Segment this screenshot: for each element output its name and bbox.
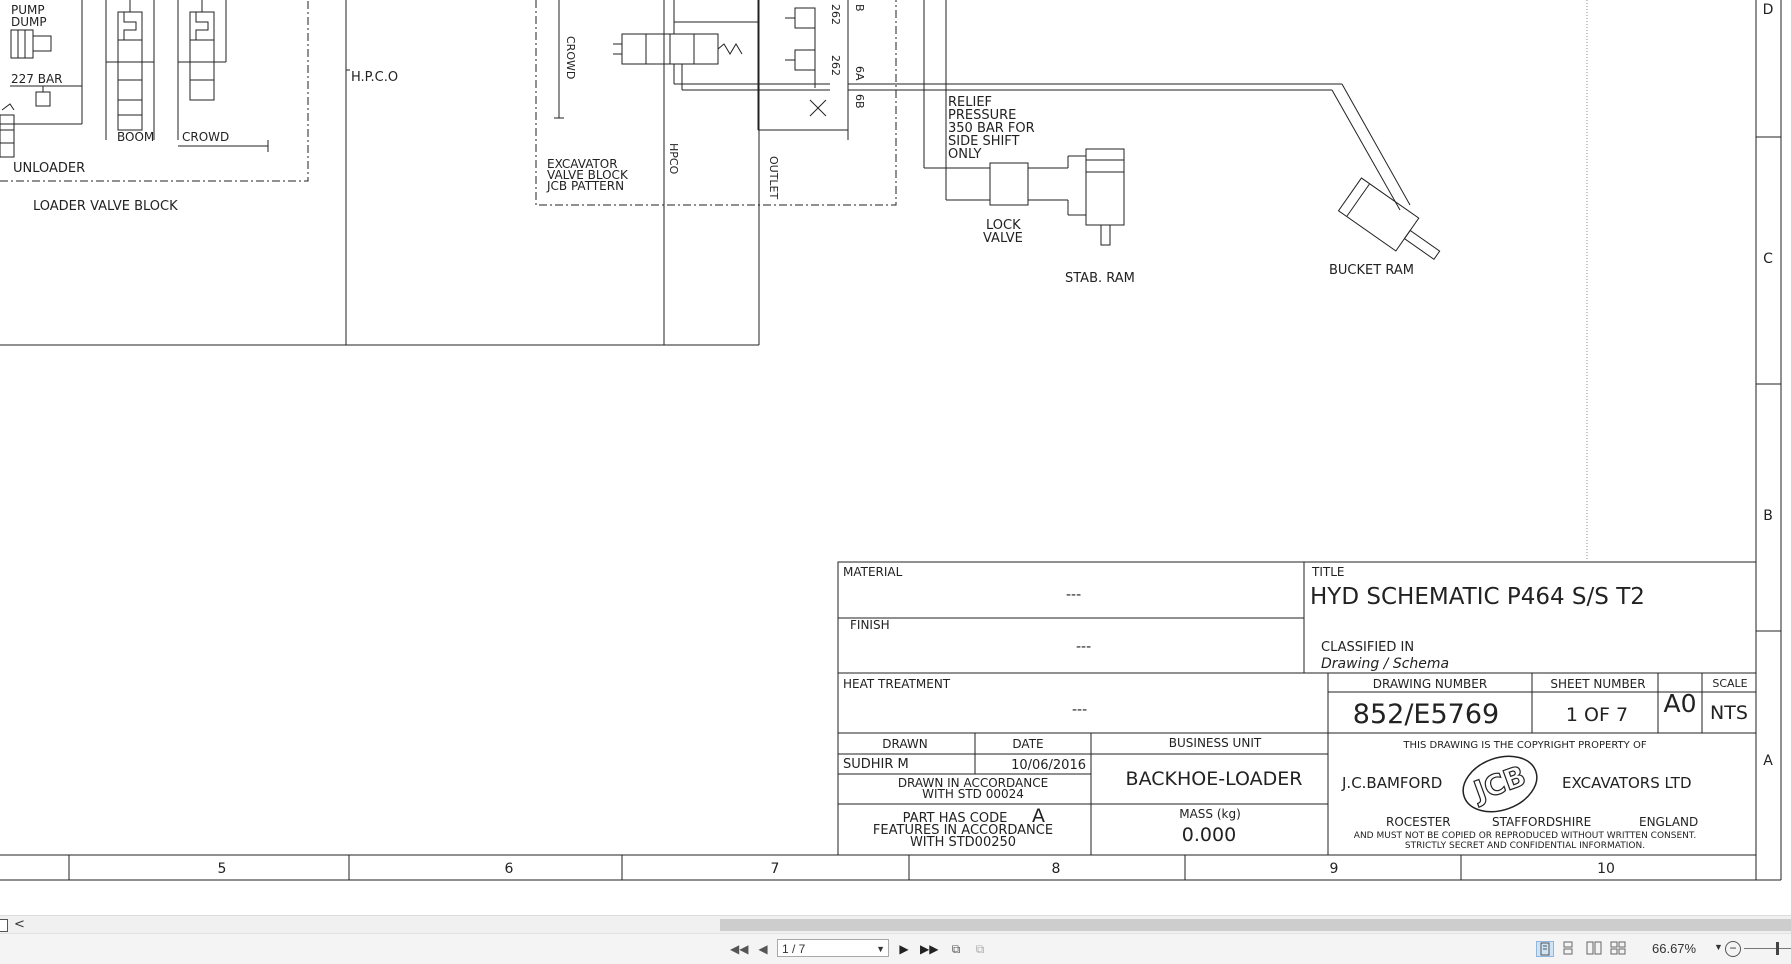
horizontal-scrollbar[interactable]: < bbox=[0, 915, 1791, 934]
heat-treatment-label: HEAT TREATMENT bbox=[843, 677, 951, 691]
classified-label: CLASSIFIED IN bbox=[1321, 640, 1414, 655]
zone-6: 6 bbox=[505, 861, 514, 877]
scroll-left-edge bbox=[0, 919, 8, 932]
title-value: HYD SCHEMATIC P464 S/S T2 bbox=[1310, 584, 1645, 610]
jcb-logo: JCB bbox=[1462, 755, 1538, 813]
next-page-icon[interactable]: ▶ bbox=[896, 941, 912, 957]
zoom-slider-handle[interactable] bbox=[1776, 942, 1779, 955]
zoom-level[interactable]: 66.67% bbox=[1652, 941, 1696, 956]
title-label: TITLE bbox=[1311, 565, 1344, 579]
hydraulic-schematic: PUMP DUMP 227 BAR BOOM CROWD UNLOADER LO… bbox=[0, 0, 1782, 881]
zone-10: 10 bbox=[1597, 861, 1615, 877]
mass-value: 0.000 bbox=[1182, 824, 1236, 846]
material-value: --- bbox=[1066, 587, 1081, 603]
finish-value: --- bbox=[1076, 639, 1091, 655]
viewer-status-bar: ◀◀ ◀ 1 / 7 ▼ ▶ ▶▶ ⧉ ⧉ 66.67% ▼ − bbox=[0, 933, 1791, 964]
address-staffordshire: STAFFORDSHIRE bbox=[1492, 815, 1591, 829]
facing-view-icon[interactable] bbox=[1586, 941, 1604, 957]
part-features-line-2: WITH STD00250 bbox=[910, 835, 1016, 850]
business-unit-label: BUSINESS UNIT bbox=[1169, 736, 1262, 750]
drawing-canvas: PUMP DUMP 227 BAR BOOM CROWD UNLOADER LO… bbox=[0, 0, 1791, 915]
zone-d: D bbox=[1763, 2, 1774, 18]
classified-value: Drawing / Schema bbox=[1321, 656, 1449, 672]
port-6b-label: 6B bbox=[853, 94, 866, 109]
unloader-label: UNLOADER bbox=[13, 161, 85, 176]
stab-ram-label: STAB. RAM bbox=[1065, 271, 1135, 286]
date-label: DATE bbox=[1012, 737, 1043, 751]
crowd-label: CROWD bbox=[182, 130, 229, 144]
excavator-block-label-3: JCB PATTERN bbox=[546, 179, 624, 193]
page-indicator: 1 / 7 bbox=[782, 942, 806, 956]
sheet-number-label: SHEET NUMBER bbox=[1550, 677, 1645, 691]
zone-5: 5 bbox=[218, 861, 227, 877]
zone-9: 9 bbox=[1330, 861, 1339, 877]
chevron-down-icon: ▼ bbox=[876, 944, 885, 954]
sheet-size-value: A0 bbox=[1663, 689, 1696, 718]
material-label: MATERIAL bbox=[843, 565, 903, 579]
zone-a: A bbox=[1763, 753, 1773, 769]
pump-dump-label-2: DUMP bbox=[11, 15, 47, 29]
confidential-line-2: STRICTLY SECRET AND CONFIDENTIAL INFORMA… bbox=[1405, 841, 1645, 851]
zone-b: B bbox=[1763, 508, 1773, 524]
drawn-std-line-2: WITH STD 00024 bbox=[922, 787, 1024, 801]
zone-c: C bbox=[1763, 251, 1773, 267]
port-262b-label: 262 bbox=[829, 55, 842, 76]
address-rocester: ROCESTER bbox=[1386, 815, 1451, 829]
lock-valve-label-2: VALVE bbox=[983, 231, 1023, 246]
previous-page-icon[interactable]: ◀ bbox=[755, 941, 771, 957]
previous-view-icon[interactable]: ⧉ bbox=[948, 941, 964, 957]
last-page-icon[interactable]: ▶▶ bbox=[920, 941, 938, 957]
drawn-label: DRAWN bbox=[882, 737, 928, 751]
page-number-select[interactable]: 1 / 7 ▼ bbox=[777, 939, 889, 957]
continuous-facing-view-icon[interactable] bbox=[1610, 941, 1628, 957]
port-6a-label: 6A bbox=[853, 66, 866, 81]
bucket-ram-label: BUCKET RAM bbox=[1329, 263, 1414, 278]
hpco-top-label: H.P.C.O bbox=[351, 70, 398, 85]
scale-value: NTS bbox=[1710, 702, 1748, 724]
drawing-number-label: DRAWING NUMBER bbox=[1373, 677, 1487, 691]
loader-valve-block-label: LOADER VALVE BLOCK bbox=[33, 199, 178, 214]
bar-227-label: 227 BAR bbox=[11, 72, 63, 86]
sheet-number-value: 1 OF 7 bbox=[1566, 704, 1628, 726]
first-page-icon[interactable]: ◀◀ bbox=[730, 941, 748, 957]
confidential-line-1: AND MUST NOT BE COPIED OR REPRODUCED WIT… bbox=[1354, 831, 1696, 841]
drawing-number-value: 852/E5769 bbox=[1353, 699, 1499, 730]
boom-label: BOOM bbox=[117, 130, 154, 144]
scale-label: SCALE bbox=[1712, 677, 1747, 690]
relief-label-5: ONLY bbox=[948, 147, 981, 162]
zoom-out-icon[interactable]: − bbox=[1725, 941, 1741, 957]
next-view-icon[interactable]: ⧉ bbox=[972, 941, 988, 957]
business-unit-value: BACKHOE-LOADER bbox=[1126, 768, 1303, 790]
mass-label: MASS (kg) bbox=[1179, 807, 1241, 821]
zoom-dropdown-icon[interactable]: ▼ bbox=[1714, 942, 1723, 952]
continuous-view-icon[interactable] bbox=[1560, 941, 1578, 957]
outlet-label: OUTLET bbox=[767, 156, 780, 200]
port-262a-label: 262 bbox=[829, 4, 842, 25]
single-page-view-icon[interactable] bbox=[1536, 941, 1554, 957]
zone-8: 8 bbox=[1052, 861, 1061, 877]
company-right: EXCAVATORS LTD bbox=[1562, 774, 1692, 792]
excavator-crowd-label: CROWD bbox=[564, 36, 577, 79]
address-england: ENGLAND bbox=[1639, 815, 1698, 829]
scroll-left-arrow[interactable]: < bbox=[14, 916, 25, 934]
copyright-line: THIS DRAWING IS THE COPYRIGHT PROPERTY O… bbox=[1402, 740, 1646, 751]
date-value: 10/06/2016 bbox=[1011, 758, 1086, 773]
heat-treatment-value: --- bbox=[1072, 702, 1087, 718]
zoom-slider[interactable] bbox=[1744, 948, 1791, 949]
drawn-by-value: SUDHIR M bbox=[843, 757, 909, 772]
zone-7: 7 bbox=[771, 861, 780, 877]
port-b-label: B bbox=[853, 4, 866, 12]
scroll-thumb[interactable] bbox=[720, 919, 1791, 931]
company-left: J.C.BAMFORD bbox=[1341, 774, 1442, 792]
hpco-vertical-label: HPCO bbox=[667, 143, 680, 175]
finish-label: FINISH bbox=[850, 618, 890, 632]
title-block-text: MATERIAL --- FINISH --- HEAT TREATMENT -… bbox=[843, 565, 1748, 851]
